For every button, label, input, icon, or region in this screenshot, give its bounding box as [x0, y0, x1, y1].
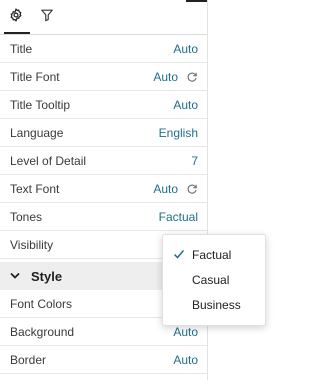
property-value[interactable]: Auto [153, 182, 207, 196]
property-value[interactable]: Auto [173, 98, 207, 112]
border-value[interactable]: Auto [173, 353, 198, 367]
tab-filter[interactable] [36, 6, 58, 28]
property-label: Background [10, 324, 75, 339]
property-label: Text Font [10, 181, 60, 196]
property-label: Level of Detail [10, 153, 87, 168]
option-label: Factual [192, 248, 232, 262]
property-value[interactable]: Factual [159, 210, 207, 224]
dropdown-option-business[interactable]: Business [163, 293, 267, 317]
reset-icon[interactable] [186, 71, 198, 83]
property-label: Title [10, 41, 33, 56]
checkmark-icon [173, 248, 185, 260]
property-row-title-tooltip[interactable]: Title Tooltip Auto [0, 91, 207, 119]
property-value[interactable]: Auto [173, 325, 207, 339]
title-font-value[interactable]: Auto [153, 70, 178, 84]
property-value[interactable]: Auto [173, 353, 207, 367]
filter-icon [40, 8, 54, 27]
property-row-title-font[interactable]: Title Font Auto [0, 63, 207, 91]
title-tooltip-value[interactable]: Auto [173, 98, 198, 112]
reset-icon[interactable] [186, 183, 198, 195]
title-value[interactable]: Auto [173, 42, 198, 56]
option-label: Business [192, 298, 241, 312]
property-label: Language [10, 125, 64, 140]
property-row-text-font[interactable]: Text Font Auto [0, 175, 207, 203]
section-title: Style [31, 268, 63, 284]
property-label: Font Colors [10, 296, 73, 311]
property-label: Visibility [10, 237, 54, 252]
option-label: Casual [192, 273, 230, 287]
property-label: Tones [10, 209, 43, 224]
property-label: Border [10, 352, 47, 367]
property-row-title[interactable]: Title Auto [0, 35, 207, 63]
gear-icon [9, 7, 23, 27]
property-label: Title Tooltip [10, 97, 71, 112]
property-label: Title Font [10, 69, 60, 84]
property-row-border[interactable]: Border Auto [0, 346, 207, 374]
active-tab-indicator [4, 32, 30, 34]
dropdown-option-casual[interactable]: Casual [163, 268, 267, 292]
background-value[interactable]: Auto [173, 325, 198, 339]
level-of-detail-value[interactable]: 7 [191, 154, 198, 168]
property-value[interactable]: Auto [173, 42, 207, 56]
tab-settings[interactable] [5, 6, 27, 28]
property-row-level-of-detail[interactable]: Level of Detail 7 [0, 147, 207, 175]
property-value[interactable]: Auto [153, 70, 207, 84]
property-value[interactable]: 7 [191, 154, 207, 168]
tones-dropdown-menu: Factual Casual Business [162, 234, 266, 326]
property-row-language[interactable]: Language English [0, 119, 207, 147]
dropdown-option-factual[interactable]: Factual [163, 243, 267, 267]
tab-bar [0, 0, 207, 35]
tones-value[interactable]: Factual [159, 210, 198, 224]
text-font-value[interactable]: Auto [153, 182, 178, 196]
property-value[interactable]: English [159, 126, 207, 140]
chevron-down-icon [10, 271, 20, 281]
property-row-tones[interactable]: Tones Factual [0, 203, 207, 231]
language-value[interactable]: English [159, 126, 198, 140]
